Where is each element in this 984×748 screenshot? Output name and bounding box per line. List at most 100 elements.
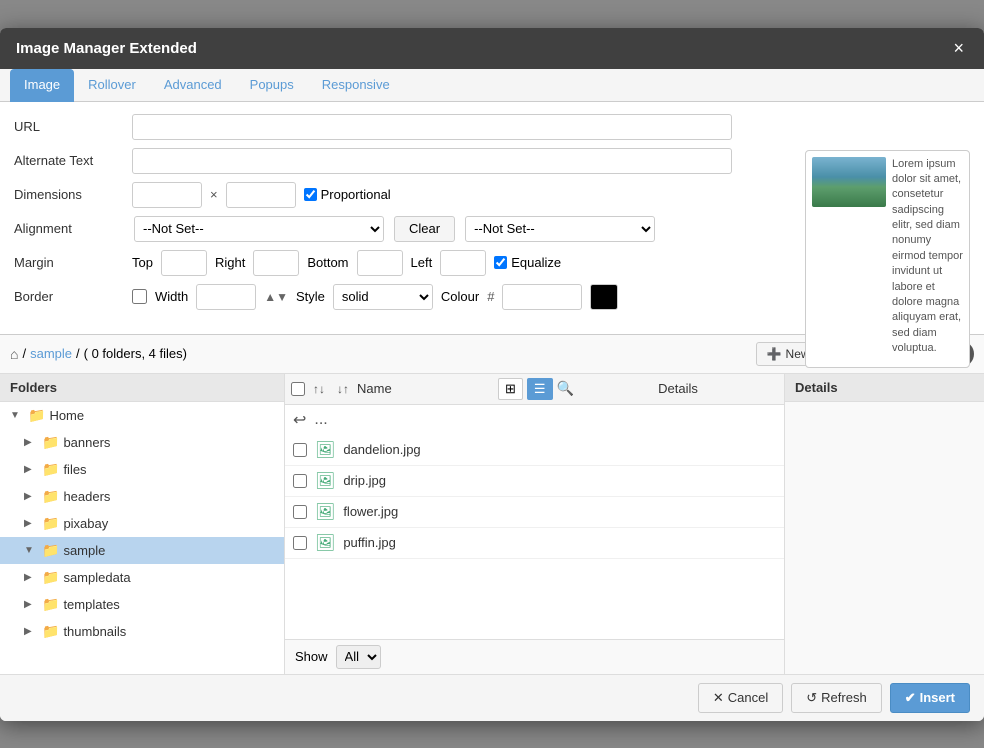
file-icon-flower: 🖼 xyxy=(315,502,335,522)
margin-top-input[interactable] xyxy=(161,250,207,276)
file-checkbox-flower[interactable] xyxy=(293,505,307,519)
folder-item-files[interactable]: ▶ 📁 files xyxy=(0,456,284,483)
width-input[interactable] xyxy=(132,182,202,208)
border-width-input[interactable]: 1 xyxy=(196,284,256,310)
search-button[interactable]: 🔍 xyxy=(557,380,574,397)
refresh-icon: ↺ xyxy=(806,690,817,706)
file-checkbox-dandelion[interactable] xyxy=(293,443,307,457)
breadcrumb-sep1: / xyxy=(22,346,26,361)
preview-text: Lorem ipsum dolor sit amet, consetetur s… xyxy=(892,157,963,357)
margin-left-input[interactable] xyxy=(440,250,486,276)
dimensions-label: Dimensions xyxy=(14,187,124,202)
list-view-button[interactable]: ☰ xyxy=(527,378,553,400)
show-select[interactable]: All xyxy=(336,645,381,669)
details-panel-header: Details xyxy=(785,374,984,402)
color-swatch[interactable] xyxy=(590,284,618,310)
folder-item-templates[interactable]: ▶ 📁 templates xyxy=(0,591,284,618)
equalize-checkbox[interactable] xyxy=(494,256,507,269)
tab-rollover[interactable]: Rollover xyxy=(74,69,150,102)
breadcrumb-info: ( 0 folders, 4 files) xyxy=(84,346,187,361)
expander-files: ▶ xyxy=(24,464,38,475)
border-width-label: Width xyxy=(155,289,188,304)
margin-bottom-input[interactable] xyxy=(357,250,403,276)
dialog-title: Image Manager Extended xyxy=(16,40,197,57)
folder-item-headers[interactable]: ▶ 📁 headers xyxy=(0,483,284,510)
proportional-checkbox[interactable] xyxy=(304,188,317,201)
cancel-button[interactable]: ✕ Cancel xyxy=(698,683,783,713)
margin-bottom-label: Bottom xyxy=(307,255,348,270)
file-row-dandelion[interactable]: 🖼 dandelion.jpg xyxy=(285,435,784,466)
expander-sampledata: ▶ xyxy=(24,572,38,583)
tab-responsive[interactable]: Responsive xyxy=(308,69,404,102)
folder-item-home[interactable]: ▼ 📁 Home xyxy=(0,402,284,429)
expander-headers: ▶ xyxy=(24,491,38,502)
clear-button[interactable]: Clear xyxy=(394,216,455,242)
folder-item-sampledata[interactable]: ▶ 📁 sampledata xyxy=(0,564,284,591)
breadcrumb: ⌂ / sample / ( 0 folders, 4 files) xyxy=(10,346,187,362)
alt-text-input[interactable] xyxy=(132,148,732,174)
alignment-select[interactable]: --Not Set-- xyxy=(134,216,384,242)
expander-thumbnails: ▶ xyxy=(24,626,38,637)
file-checkbox-drip[interactable] xyxy=(293,474,307,488)
folder-item-banners[interactable]: ▶ 📁 banners xyxy=(0,429,284,456)
x-separator: × xyxy=(210,187,218,202)
insert-button[interactable]: ✔ Insert xyxy=(890,683,970,713)
expander-banners: ▶ xyxy=(24,437,38,448)
files-footer: Show All xyxy=(285,639,784,674)
details-panel: Details xyxy=(784,374,984,674)
margin-label: Margin xyxy=(14,255,124,270)
files-panel: ↑↓ ↓↑ Name ⊞ ☰ 🔍 Details ↩ ... xyxy=(285,374,784,674)
border-colour-label: Colour xyxy=(441,289,479,304)
cancel-icon: ✕ xyxy=(713,690,724,706)
preview-area: Lorem ipsum dolor sit amet, consetetur s… xyxy=(805,150,970,368)
folder-item-sample[interactable]: ▼ 📁 sample xyxy=(0,537,284,564)
equalize-checkbox-label: Equalize xyxy=(494,255,561,270)
home-icon[interactable]: ⌂ xyxy=(10,346,18,362)
select-all-checkbox[interactable] xyxy=(291,382,305,396)
border-checkbox[interactable] xyxy=(132,289,147,304)
url-input[interactable] xyxy=(132,114,732,140)
border-style-select[interactable]: solid dashed dotted xyxy=(333,284,433,310)
alignment-second-select[interactable]: --Not Set-- xyxy=(465,216,655,242)
folder-icon-banners: 📁 xyxy=(42,434,59,451)
back-row[interactable]: ↩ ... xyxy=(285,405,784,435)
file-row-flower[interactable]: 🖼 flower.jpg xyxy=(285,497,784,528)
folder-icon-headers: 📁 xyxy=(42,488,59,505)
height-input[interactable] xyxy=(226,182,296,208)
folder-item-thumbnails[interactable]: ▶ 📁 thumbnails xyxy=(0,618,284,645)
tab-popups[interactable]: Popups xyxy=(236,69,308,102)
border-width-spinner[interactable]: ▲▼ xyxy=(264,290,288,304)
file-name-puffin: puffin.jpg xyxy=(343,535,396,550)
tab-advanced[interactable]: Advanced xyxy=(150,69,236,102)
folder-icon-files: 📁 xyxy=(42,461,59,478)
sort-za-button[interactable]: ↓↑ xyxy=(333,380,353,398)
file-icon-drip: 🖼 xyxy=(315,471,335,491)
margin-right-label: Right xyxy=(215,255,245,270)
url-row: URL xyxy=(14,114,970,140)
insert-icon: ✔ xyxy=(905,690,916,706)
folders-panel: Folders ▼ 📁 Home ▶ 📁 banners ▶ 📁 xyxy=(0,374,285,674)
proportional-checkbox-label: Proportional xyxy=(304,187,391,202)
close-button[interactable]: × xyxy=(949,38,968,59)
tab-image[interactable]: Image xyxy=(10,69,74,102)
grid-view-button[interactable]: ⊞ xyxy=(498,378,523,400)
margin-right-input[interactable] xyxy=(253,250,299,276)
refresh-button[interactable]: ↺ Refresh xyxy=(791,683,881,713)
file-manager: ⌂ / sample / ( 0 folders, 4 files) ➕ New… xyxy=(0,334,984,674)
file-row-puffin[interactable]: 🖼 puffin.jpg xyxy=(285,528,784,559)
sort-az-button[interactable]: ↑↓ xyxy=(309,380,329,398)
border-label: Border xyxy=(14,289,124,304)
file-row-drip[interactable]: 🖼 drip.jpg xyxy=(285,466,784,497)
alt-label: Alternate Text xyxy=(14,153,124,168)
tab-bar: Image Rollover Advanced Popups Responsiv… xyxy=(0,69,984,102)
preview-image xyxy=(812,157,886,207)
breadcrumb-folder[interactable]: sample xyxy=(30,346,72,361)
folder-icon-templates: 📁 xyxy=(42,596,59,613)
border-color-input[interactable]: 000000 xyxy=(502,284,582,310)
folder-item-pixabay[interactable]: ▶ 📁 pixabay xyxy=(0,510,284,537)
folders-header: Folders xyxy=(0,374,284,402)
back-dots: ... xyxy=(314,411,327,429)
file-checkbox-puffin[interactable] xyxy=(293,536,307,550)
expander-sample: ▼ xyxy=(24,545,38,556)
expander-home: ▼ xyxy=(10,410,24,421)
